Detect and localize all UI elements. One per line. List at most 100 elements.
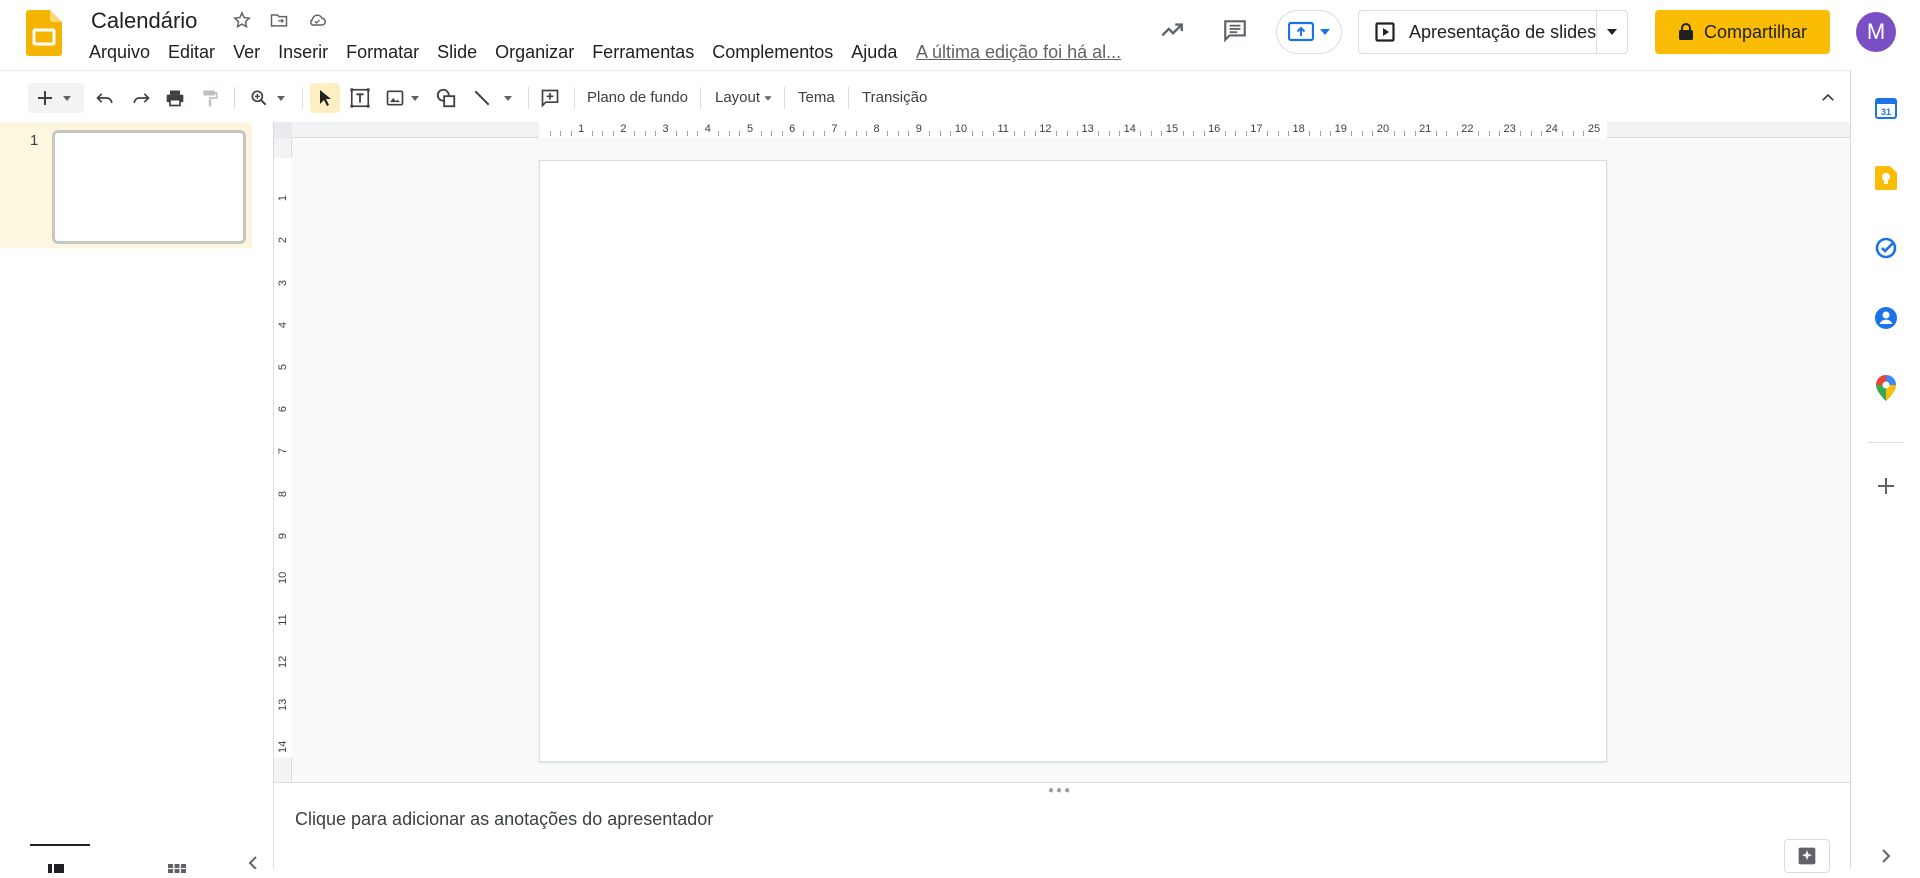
text-box-icon[interactable] — [346, 83, 374, 113]
menu-ver[interactable]: Ver — [224, 40, 269, 64]
menu-arquivo[interactable]: Arquivo — [80, 40, 159, 64]
toolbar-divider — [574, 87, 575, 109]
ruler-tick — [1435, 131, 1437, 136]
notes-resize-handle[interactable]: ●●● — [1048, 785, 1072, 796]
filmstrip-view-icon[interactable] — [48, 860, 64, 873]
undo-icon[interactable] — [92, 83, 118, 113]
toolbar-divider — [234, 87, 235, 109]
ruler-label: 4 — [277, 321, 289, 328]
ruler-tick — [739, 131, 741, 136]
new-slide-button[interactable] — [28, 83, 84, 113]
vertical-ruler[interactable]: 1 2 3 4 5 6 7 8 9 10 11 12 13 14 — [274, 138, 292, 782]
document-title[interactable]: Calendário — [89, 6, 199, 36]
ruler-tick — [771, 131, 773, 136]
view-active-indicator — [30, 844, 90, 846]
menu-slide[interactable]: Slide — [428, 40, 486, 64]
select-tool-icon[interactable] — [310, 83, 340, 113]
slides-logo-icon[interactable] — [26, 10, 62, 56]
layout-button[interactable]: Layout — [715, 83, 775, 113]
ruler-label: 22 — [1461, 123, 1474, 135]
ruler-tick — [1446, 131, 1448, 136]
activity-trend-icon[interactable] — [1152, 10, 1192, 50]
contacts-icon[interactable] — [1870, 302, 1902, 334]
menu-ajuda[interactable]: Ajuda — [842, 40, 906, 64]
ruler-tick — [1140, 131, 1142, 136]
toolbar-divider — [528, 87, 529, 109]
ruler-tick — [718, 131, 720, 136]
line-tool-button[interactable] — [470, 83, 518, 113]
horizontal-ruler[interactable]: 1 2 3 4 5 6 7 8 9 10 11 12 13 14 15 16 17 18 19 20 21 22 23 24 2… — [274, 122, 1850, 138]
ruler-tick — [1530, 131, 1532, 136]
speaker-notes-placeholder[interactable]: Clique para adicionar as anotações do ap… — [295, 809, 713, 830]
ruler-label: 14 — [1123, 123, 1136, 135]
ruler-tick — [612, 131, 614, 136]
keep-icon[interactable] — [1870, 162, 1902, 194]
ruler-label: 19 — [1334, 123, 1347, 135]
ruler-label: 13 — [277, 698, 289, 711]
background-button[interactable]: Plano de fundo — [587, 83, 688, 113]
paint-format-icon[interactable] — [197, 83, 223, 113]
insert-image-button[interactable] — [382, 83, 426, 113]
shape-icon[interactable] — [432, 83, 460, 113]
ruler-label: 11 — [997, 123, 1009, 135]
last-edit-link[interactable]: A última edição foi há al... — [916, 40, 1121, 64]
ruler-label: 1 — [578, 123, 585, 135]
menu-organizar[interactable]: Organizar — [486, 40, 583, 64]
transition-button[interactable]: Transição — [862, 83, 927, 113]
zoom-button[interactable] — [244, 83, 294, 113]
current-slide[interactable] — [539, 160, 1607, 762]
ruler-tick — [1583, 131, 1585, 136]
star-icon[interactable] — [230, 8, 254, 32]
menu-formatar[interactable]: Formatar — [337, 40, 428, 64]
slideshow-options-dropdown[interactable] — [1597, 11, 1627, 53]
toolbar: Plano de fundo Layout Tema Transição — [0, 70, 1850, 122]
slide-thumbnail[interactable] — [52, 130, 246, 244]
move-folder-icon[interactable] — [267, 8, 291, 32]
svg-text:31: 31 — [1881, 107, 1891, 117]
calendar-icon[interactable]: 31 — [1870, 92, 1902, 124]
ruler-tick — [1361, 131, 1363, 136]
ruler-tick — [1319, 131, 1321, 136]
menu-editar[interactable]: Editar — [159, 40, 224, 64]
account-avatar[interactable]: M — [1856, 12, 1896, 52]
ruler-label: 3 — [662, 123, 669, 135]
ruler-tick — [697, 131, 699, 136]
ruler-tick — [1456, 131, 1458, 136]
menu-ferramentas[interactable]: Ferramentas — [583, 40, 703, 64]
play-icon — [1375, 22, 1395, 42]
ruler-tick — [1404, 131, 1406, 136]
maps-icon[interactable] — [1870, 372, 1902, 404]
chevron-down-icon — [277, 96, 285, 101]
present-to-meeting-button[interactable] — [1276, 10, 1342, 54]
theme-button[interactable]: Tema — [798, 83, 835, 113]
ruler-tick — [1351, 131, 1353, 136]
ruler-label: 1 — [277, 195, 289, 202]
print-icon[interactable] — [162, 83, 188, 113]
ruler-tick — [1245, 131, 1247, 136]
comments-icon[interactable] — [1215, 10, 1255, 50]
redo-icon[interactable] — [128, 83, 154, 113]
ruler-label: 16 — [1208, 123, 1221, 135]
ruler-tick — [971, 131, 973, 136]
collapse-filmstrip-icon[interactable] — [246, 856, 260, 870]
menu-complementos[interactable]: Complementos — [703, 40, 842, 64]
add-icon[interactable] — [1870, 470, 1902, 502]
cloud-status-icon[interactable] — [305, 8, 329, 32]
expand-side-panel-icon[interactable] — [1870, 844, 1902, 868]
grid-view-icon[interactable] — [168, 860, 186, 873]
tasks-icon[interactable] — [1870, 232, 1902, 264]
ruler-tick — [939, 131, 941, 136]
ruler-tick — [1182, 131, 1184, 136]
menu-inserir[interactable]: Inserir — [269, 40, 337, 64]
share-button[interactable]: Compartilhar — [1655, 10, 1830, 54]
ruler-label: 8 — [277, 490, 289, 497]
layout-label: Layout — [715, 89, 761, 106]
add-comment-icon[interactable] — [536, 83, 564, 113]
start-slideshow-button[interactable]: Apresentação de slides — [1359, 11, 1598, 53]
ruler-tick — [644, 131, 646, 136]
ruler-tick — [1541, 131, 1543, 136]
collapse-toolbar-icon[interactable] — [1815, 83, 1841, 113]
explore-assistant-button[interactable] — [1784, 839, 1830, 873]
ruler-label: 7 — [277, 448, 289, 455]
ruler-tick — [1266, 131, 1268, 136]
